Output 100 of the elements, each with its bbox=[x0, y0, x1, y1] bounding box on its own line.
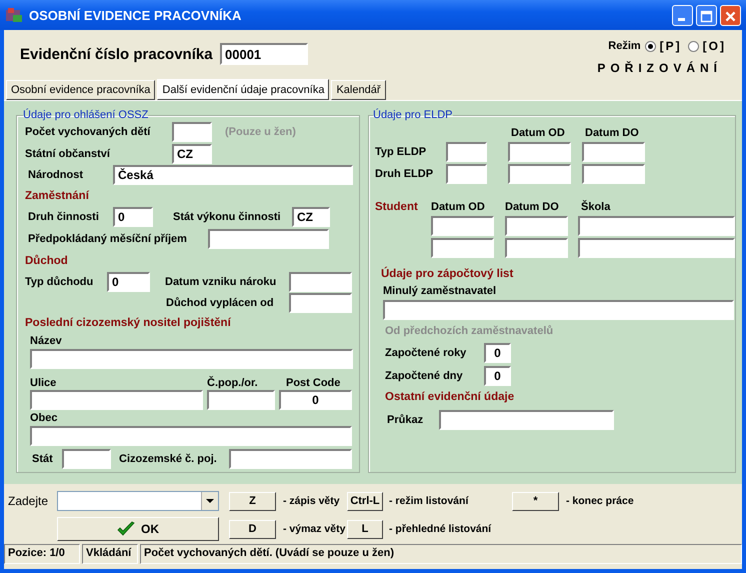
input-field[interactable] bbox=[30, 390, 203, 410]
radio-button[interactable] bbox=[644, 40, 656, 52]
field-label: Název bbox=[30, 334, 62, 346]
input-field[interactable]: 0 bbox=[107, 272, 150, 292]
input-field[interactable]: CZ bbox=[172, 144, 212, 164]
field-label: Druh činnosti bbox=[28, 211, 100, 223]
key-button[interactable]: Ctrl-L bbox=[347, 492, 383, 510]
input-field[interactable] bbox=[62, 448, 111, 468]
radio-label[interactable]: [P] bbox=[660, 39, 682, 53]
close-button[interactable] bbox=[720, 4, 741, 26]
field-label: Obec bbox=[30, 412, 58, 424]
input-field[interactable] bbox=[578, 238, 735, 258]
column-label: Datum DO bbox=[585, 127, 640, 139]
column-label: Datum OD bbox=[431, 201, 486, 213]
field-label: Stát bbox=[32, 452, 54, 464]
section-heading: Důchod bbox=[25, 254, 68, 266]
field-label: Č.pop./or. bbox=[207, 377, 259, 389]
section-heading: Zaměstnání bbox=[25, 190, 89, 202]
input-field[interactable] bbox=[431, 238, 494, 258]
field-label: Započtené roky bbox=[385, 346, 468, 358]
input-field[interactable] bbox=[508, 164, 571, 184]
section-heading: Student bbox=[375, 201, 419, 213]
mode-caption: POŘIZOVÁNÍ bbox=[597, 61, 722, 75]
section-heading: Od předchozích zaměstnavatelů bbox=[385, 325, 554, 337]
field-label: Ulice bbox=[30, 377, 58, 389]
input-field[interactable]: 0 bbox=[484, 342, 511, 362]
field-label: Započtené dny bbox=[385, 370, 464, 382]
key-description: - režim listování bbox=[388, 495, 470, 507]
input-field[interactable]: 0 bbox=[279, 390, 352, 410]
input-field[interactable] bbox=[439, 410, 614, 430]
field-label: Typ důchodu bbox=[25, 276, 94, 288]
status-pane: Počet vychovaných dětí. (Uvádí se pouze u žen) bbox=[140, 544, 742, 564]
tab[interactable]: Kalendář bbox=[331, 80, 386, 100]
key-description: - přehledné listování bbox=[388, 523, 492, 535]
field-label: Cizozemské č. poj. bbox=[119, 452, 218, 464]
input-field[interactable] bbox=[289, 292, 352, 312]
maximize-button[interactable] bbox=[696, 4, 717, 26]
input-field[interactable] bbox=[208, 229, 329, 249]
caret-icon bbox=[206, 498, 214, 504]
input-field[interactable] bbox=[446, 142, 487, 162]
tab[interactable]: Další evidenční údaje pracovníka bbox=[157, 79, 330, 100]
field-label: Počet vychovaných dětí bbox=[25, 126, 152, 138]
input-field[interactable]: CZ bbox=[292, 207, 330, 227]
column-label: Škola bbox=[581, 201, 610, 213]
field-label: Zadejte bbox=[8, 494, 50, 508]
field-label: Průkaz bbox=[387, 414, 424, 426]
field-label: Evidenční číslo pracovníka bbox=[20, 46, 214, 63]
checkmark-icon bbox=[117, 521, 135, 537]
window-title: OSOBNÍ EVIDENCE PRACOVNÍKA bbox=[29, 8, 242, 22]
column-label: Datum DO bbox=[505, 201, 560, 213]
input-field[interactable] bbox=[578, 216, 735, 236]
command-dropdown[interactable] bbox=[57, 491, 219, 511]
group-title: Údaje pro ohlášení OSSZ bbox=[23, 109, 148, 121]
input-field[interactable] bbox=[172, 122, 212, 142]
input-field[interactable]: 0 bbox=[484, 366, 511, 386]
radio-button[interactable] bbox=[688, 40, 699, 52]
field-label: Předpokládaný měsíční příjem bbox=[28, 233, 188, 245]
field-label: Datum vzniku nároku bbox=[165, 276, 278, 288]
input-field[interactable] bbox=[582, 142, 645, 162]
field-label: Stát výkonu činnosti bbox=[173, 211, 282, 223]
field-label: Národnost bbox=[28, 169, 84, 181]
column-label: Datum OD bbox=[511, 127, 566, 139]
key-button[interactable]: L bbox=[347, 520, 383, 538]
status-pane: Vkládání bbox=[82, 544, 138, 564]
section-heading: Údaje pro zápočtový list bbox=[381, 268, 514, 280]
input-field[interactable]: Česká bbox=[113, 165, 353, 185]
input-field[interactable] bbox=[505, 216, 568, 236]
field-label: Post Code bbox=[286, 377, 340, 389]
input-field[interactable] bbox=[383, 300, 734, 320]
ok-button[interactable]: OK bbox=[57, 517, 219, 541]
input-field[interactable] bbox=[508, 142, 571, 162]
input-field[interactable] bbox=[229, 448, 352, 468]
input-field[interactable]: 00001 bbox=[220, 43, 308, 65]
input-field[interactable]: 0 bbox=[113, 207, 153, 227]
key-button[interactable]: * bbox=[512, 492, 559, 510]
field-label: Druh ELDP bbox=[375, 168, 434, 180]
field-label: Režim bbox=[608, 40, 641, 52]
input-field[interactable] bbox=[431, 216, 494, 236]
input-field[interactable] bbox=[446, 164, 487, 184]
input-field[interactable] bbox=[289, 272, 352, 292]
field-label: Minulý zaměstnavatel bbox=[383, 285, 496, 297]
key-button[interactable]: D bbox=[229, 520, 276, 538]
input-field[interactable] bbox=[30, 349, 353, 369]
key-button[interactable]: Z bbox=[229, 492, 276, 510]
radio-label[interactable]: [O] bbox=[702, 39, 726, 53]
input-field[interactable] bbox=[582, 164, 645, 184]
status-pane: Pozice: 1/0 bbox=[4, 544, 80, 564]
group-title: Údaje pro ELDP bbox=[373, 109, 452, 121]
hint-text: (Pouze u žen) bbox=[225, 126, 296, 138]
input-field[interactable] bbox=[207, 390, 275, 410]
section-heading: Ostatní evidenční údaje bbox=[385, 391, 514, 403]
input-field[interactable] bbox=[505, 238, 568, 258]
tab[interactable]: Osobní evidence pracovníka bbox=[6, 80, 156, 100]
minimize-button[interactable] bbox=[672, 4, 693, 26]
section-heading: Poslední cizozemský nositel pojištění bbox=[25, 317, 231, 329]
input-field[interactable] bbox=[30, 426, 352, 446]
field-label: Důchod vyplácen od bbox=[166, 296, 275, 308]
key-description: - zápis věty bbox=[282, 495, 341, 507]
minimize-icon bbox=[678, 18, 685, 20]
field-label: Státní občanství bbox=[25, 148, 112, 160]
